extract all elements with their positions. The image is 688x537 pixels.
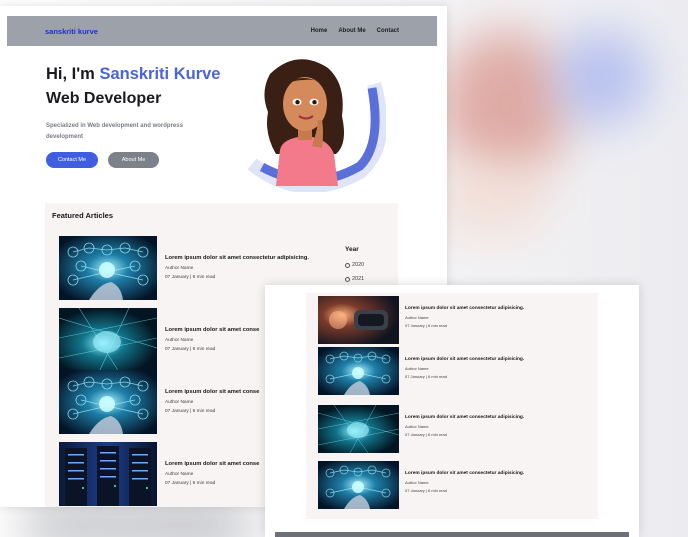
article-title[interactable]: Lorem ipsum dolor sit amet consectetur a… [405, 306, 524, 311]
article-author: Author Name [405, 366, 429, 371]
article-meta: 07 January | 6 min read [405, 374, 447, 379]
article-card[interactable]: Lorem ipsum dolor sit amet consectetur a… [318, 347, 593, 399]
article-title[interactable]: Lorem ipsum dolor sit amet conse [165, 389, 259, 395]
article-thumbnail[interactable] [318, 461, 399, 509]
radio-button[interactable] [345, 276, 350, 282]
article-author: Author Name [165, 266, 194, 271]
article-thumbnail[interactable] [318, 405, 399, 453]
article-author: Author Name [405, 480, 429, 485]
article-meta: 07 January | 6 min read [165, 275, 216, 280]
year-option-2020[interactable]: 2020 [345, 262, 364, 268]
navbar: sanskriti kurve Home About Me Contact [7, 16, 437, 46]
nav-link-contact[interactable]: Contact [377, 28, 399, 34]
article-thumbnail[interactable] [59, 442, 157, 506]
article-meta: 07 January | 6 min read [165, 347, 216, 352]
hero-title: Hi, I'm Sanskriti Kurve [46, 65, 221, 84]
hero-role: Web Developer [46, 90, 162, 107]
background-blur-red [440, 30, 570, 180]
article-author: Author Name [165, 472, 194, 477]
year-filter-heading: Year [345, 246, 359, 253]
year-option-label: 2020 [352, 262, 365, 268]
background-blur-blue [555, 30, 650, 125]
article-author: Author Name [405, 424, 429, 429]
article-title[interactable]: Lorem ipsum dolor sit amet consectetur a… [165, 255, 309, 261]
background-blur-gray [20, 505, 250, 537]
hero-name: Sanskriti Kurve [99, 65, 221, 83]
nav-link-about[interactable]: About Me [338, 28, 365, 34]
article-meta: 07 January | 6 min read [405, 323, 447, 328]
article-meta: 07 January | 6 min read [165, 409, 216, 414]
featured-articles-heading: Featured Articles [52, 211, 113, 220]
article-title[interactable]: Lorem ipsum dolor sit amet conse [165, 327, 259, 333]
article-thumbnail[interactable] [59, 308, 157, 372]
hero-description: Specialized in Web development and wordp… [46, 123, 183, 140]
hero-greeting: Hi, I'm [46, 65, 100, 83]
article-meta: 07 January | 6 min read [165, 481, 216, 486]
article-thumbnail[interactable] [59, 236, 157, 300]
article-thumbnail[interactable] [318, 296, 399, 344]
article-title[interactable]: Lorem ipsum dolor sit amet conse [165, 461, 259, 467]
radio-button[interactable] [345, 262, 350, 268]
about-me-button[interactable]: About Me [108, 152, 159, 168]
year-option-2021[interactable]: 2021 [345, 276, 364, 282]
article-author: Author Name [405, 315, 429, 320]
articles-page-secondary: Lorem ipsum dolor sit amet consectetur a… [265, 285, 639, 537]
avatar-illustration [247, 59, 386, 192]
nav-links: Home About Me Contact [311, 28, 399, 34]
footer-bar [275, 532, 629, 537]
article-card[interactable]: Lorem ipsum dolor sit amet consectetur a… [318, 296, 593, 348]
background-blur-light [430, 160, 550, 240]
articles-list-panel: Lorem ipsum dolor sit amet consectetur a… [306, 293, 598, 519]
article-thumbnail[interactable] [318, 347, 399, 395]
article-thumbnail[interactable] [59, 370, 157, 434]
article-card[interactable]: Lorem ipsum dolor sit amet consectetur a… [318, 461, 593, 513]
article-meta: 07 January | 6 min read [405, 488, 447, 493]
article-title[interactable]: Lorem ipsum dolor sit amet consectetur a… [405, 471, 524, 476]
article-title[interactable]: Lorem ipsum dolor sit amet consectetur a… [405, 357, 524, 362]
article-meta: 07 January | 6 min read [405, 432, 447, 437]
year-option-label: 2021 [352, 276, 365, 282]
brand-logo[interactable]: sanskriti kurve [45, 27, 98, 36]
article-card[interactable]: Lorem ipsum dolor sit amet consectetur a… [318, 405, 593, 457]
article-author: Author Name [165, 338, 194, 343]
contact-me-button[interactable]: Contact Me [46, 152, 98, 168]
article-author: Author Name [165, 400, 194, 405]
article-title[interactable]: Lorem ipsum dolor sit amet consectetur a… [405, 415, 524, 420]
nav-link-home[interactable]: Home [311, 28, 328, 34]
